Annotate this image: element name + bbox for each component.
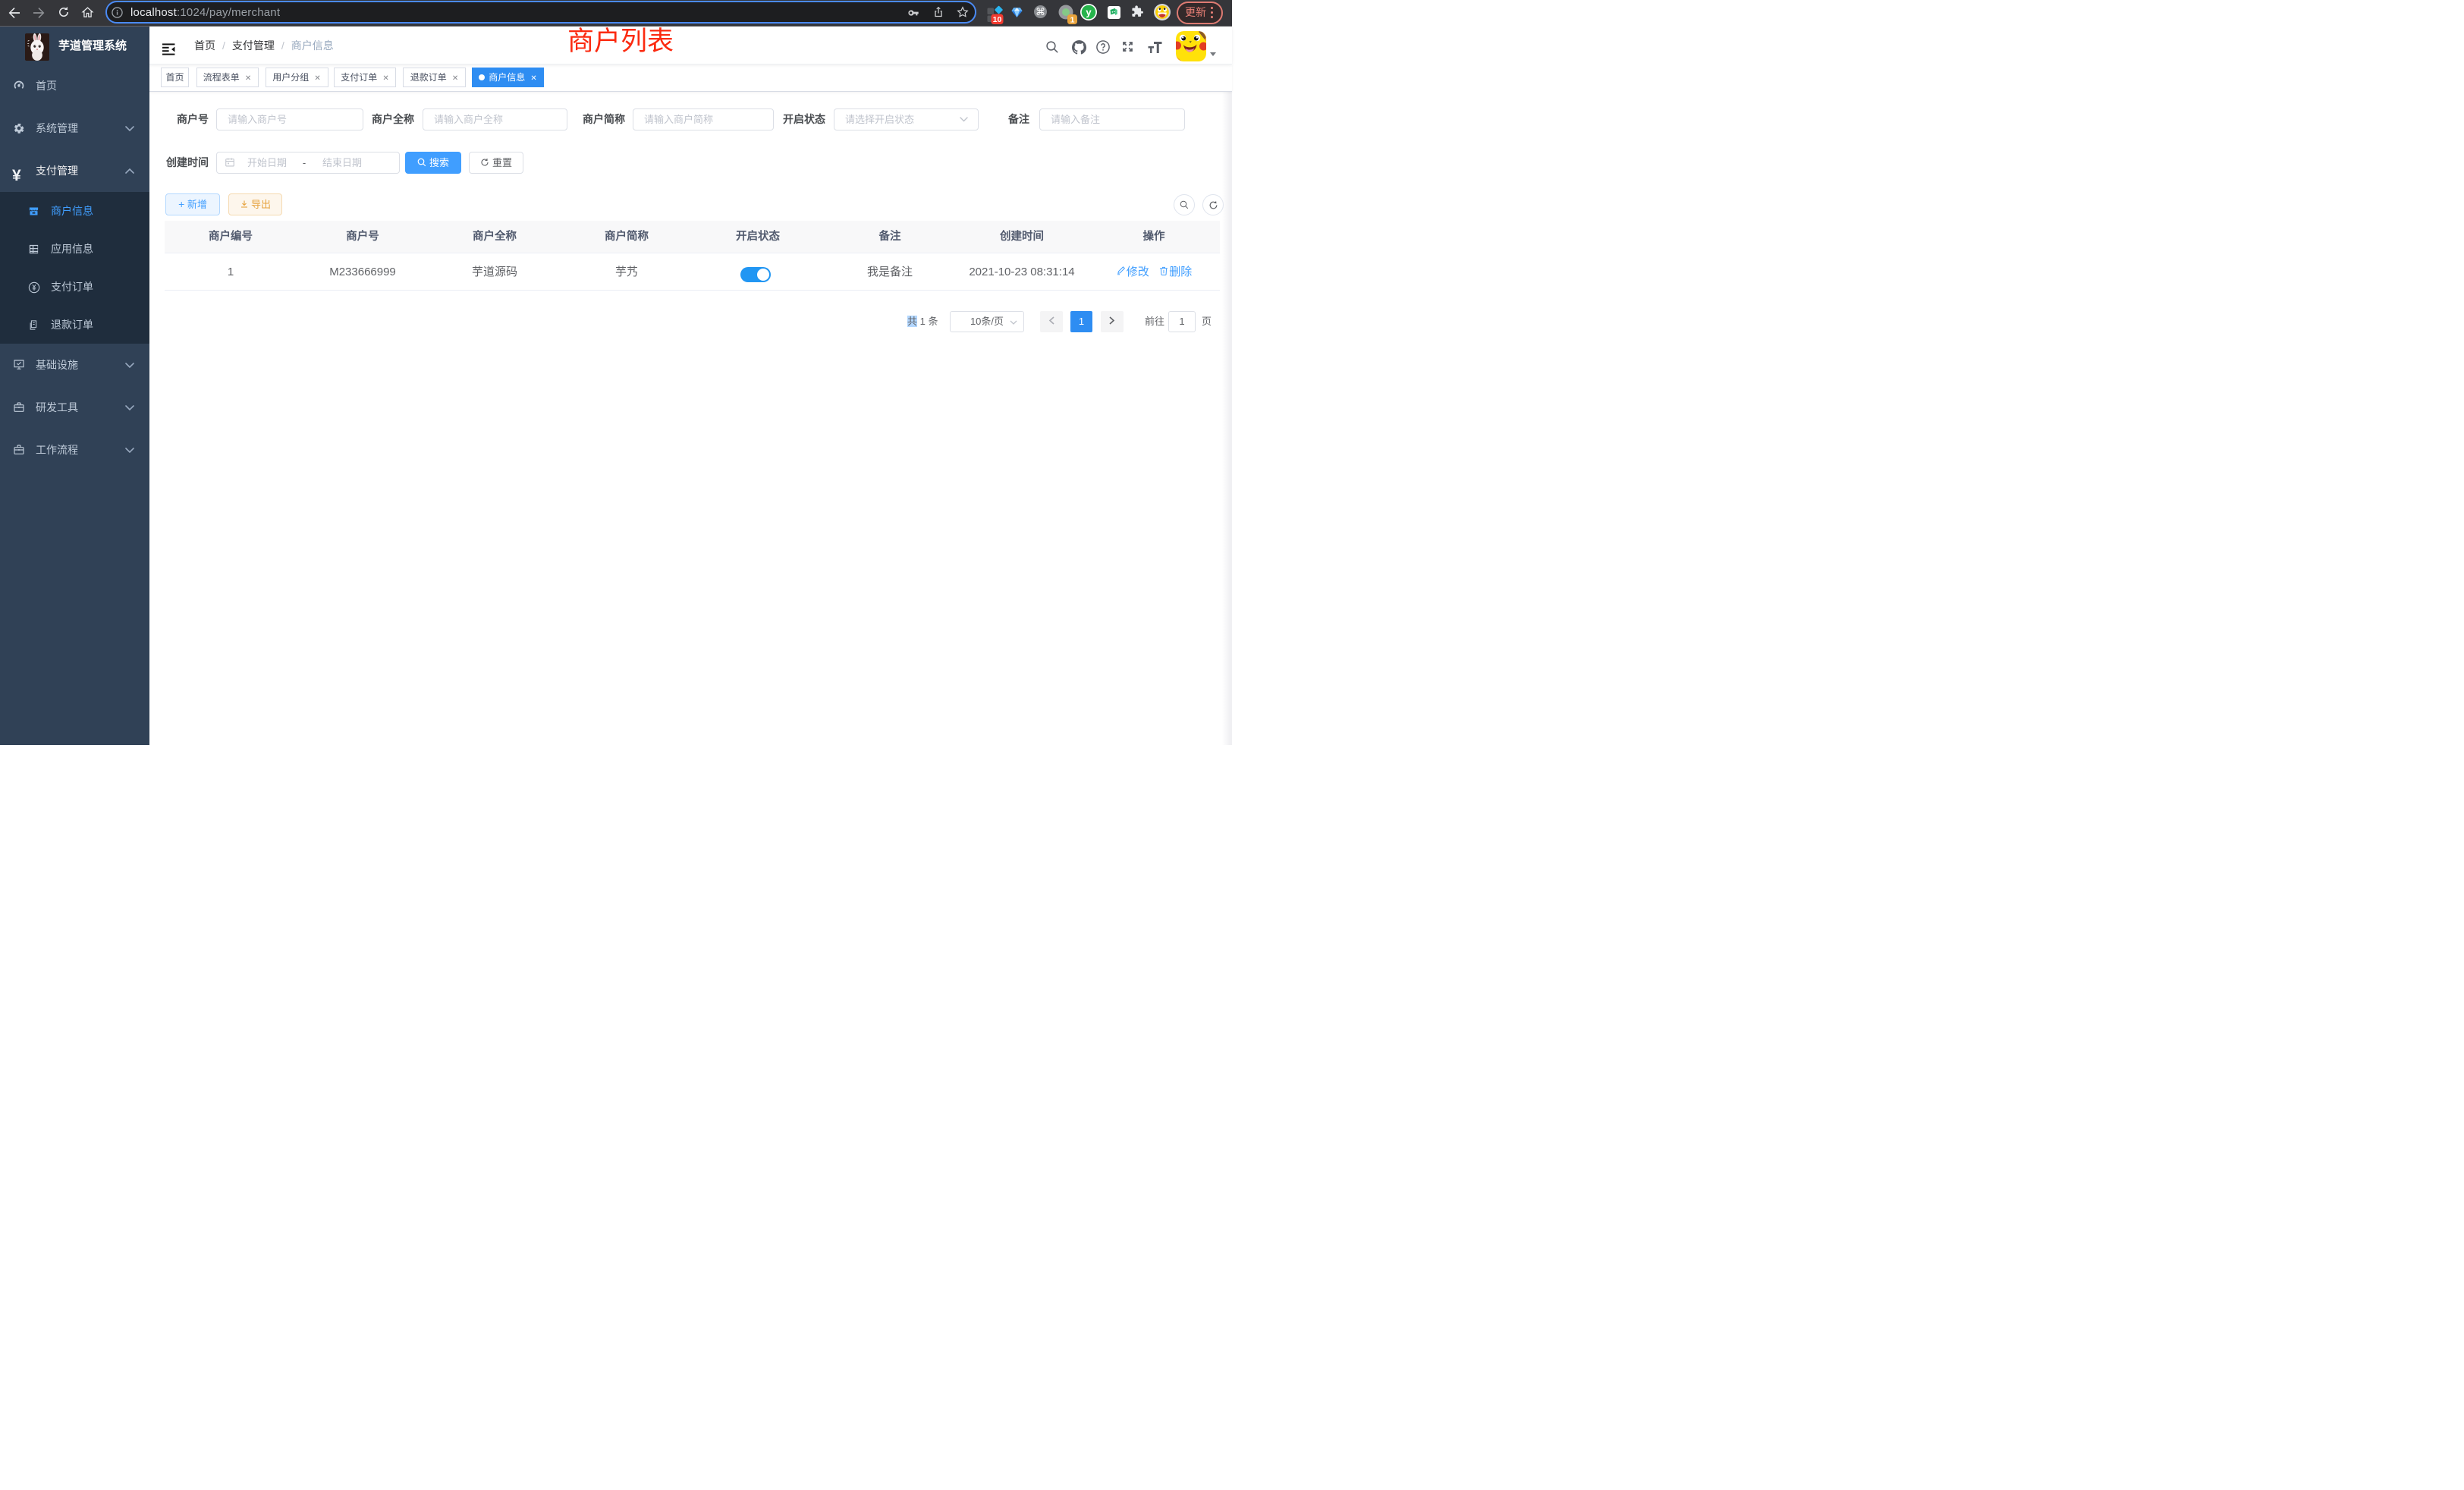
svg-text:y: y bbox=[1086, 7, 1092, 18]
svg-text:10: 10 bbox=[993, 15, 1002, 24]
svg-text:1: 1 bbox=[1070, 16, 1075, 25]
